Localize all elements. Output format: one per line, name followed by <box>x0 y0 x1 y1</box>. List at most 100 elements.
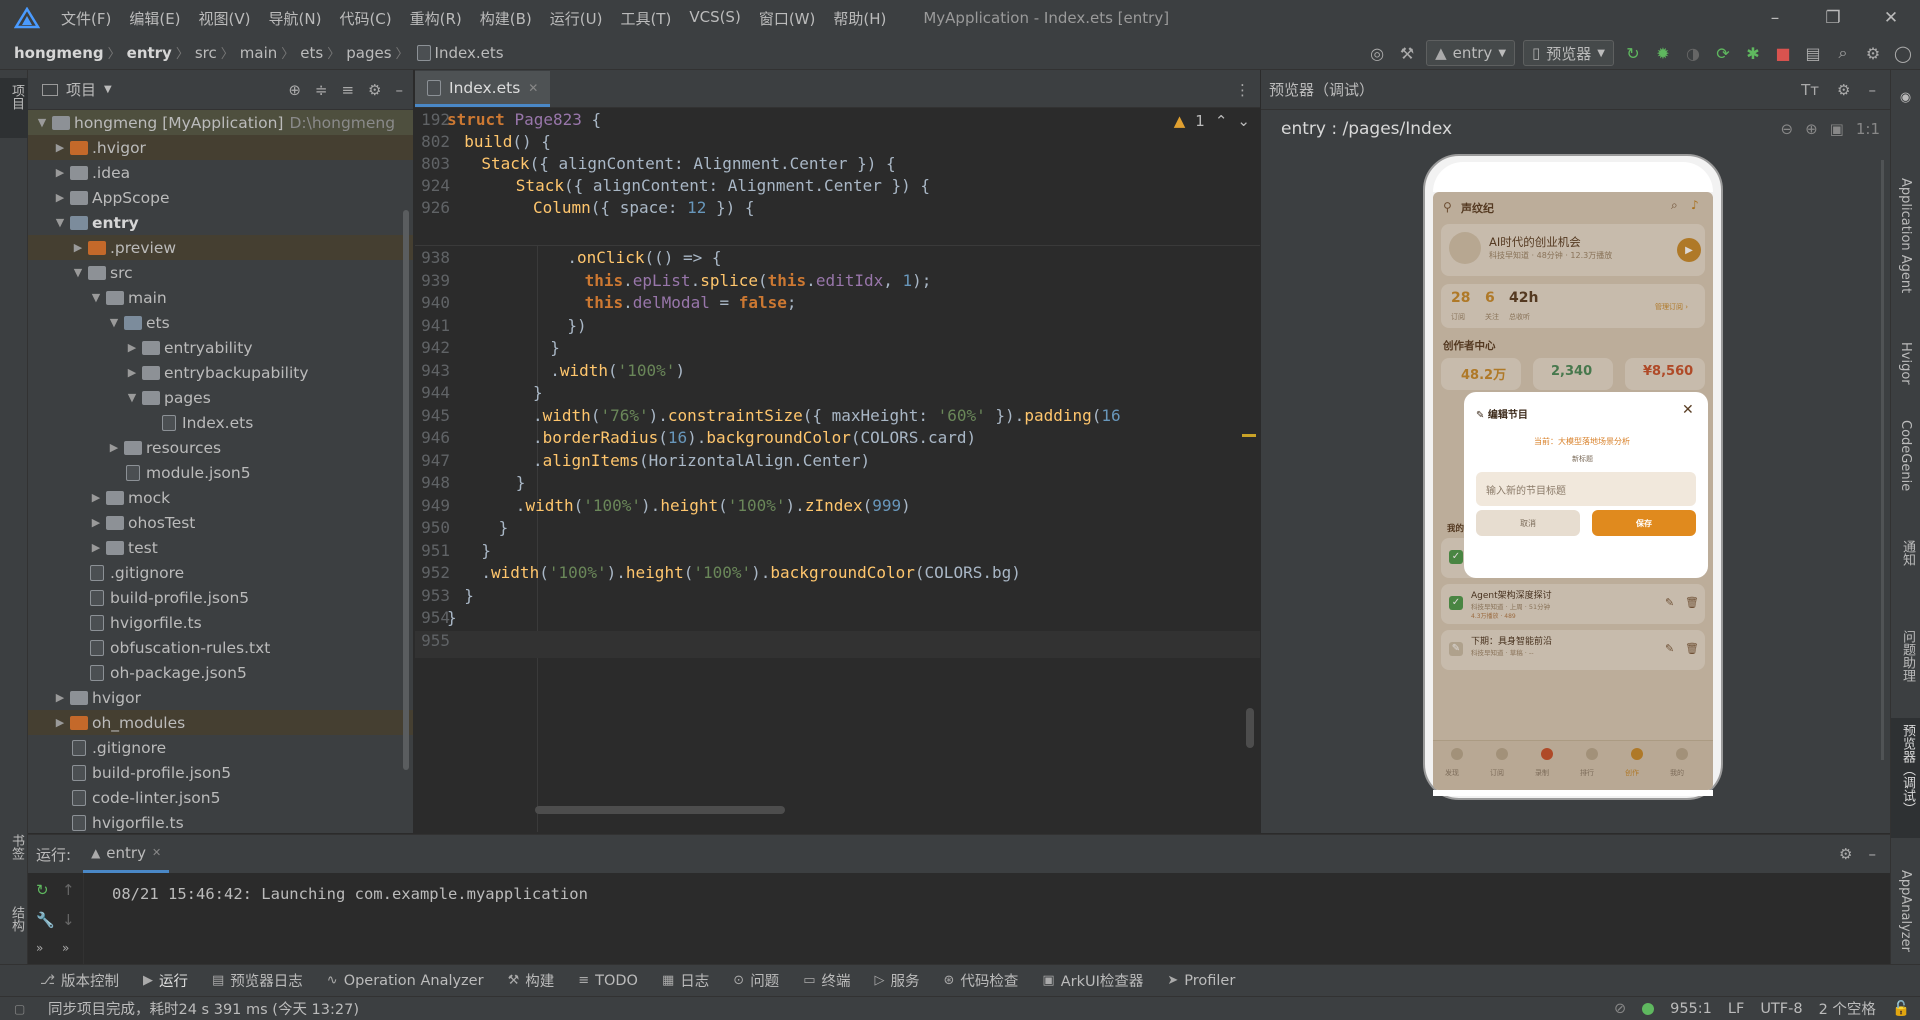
gear-icon[interactable]: ⚙ <box>1862 42 1884 64</box>
chevron-right-icon[interactable]: ▶ <box>88 516 104 529</box>
collapse-all-icon[interactable]: ≡ <box>341 81 354 99</box>
bottom-tool-8[interactable]: ▭ 终端 <box>803 970 850 991</box>
bottom-tool-3[interactable]: ∿ Operation Analyzer <box>327 973 484 989</box>
device-manager-icon[interactable]: ▤ <box>1802 42 1824 64</box>
tree-item[interactable]: ▶ .idea <box>28 160 413 185</box>
horizontal-scrollbar[interactable] <box>535 806 785 814</box>
tree-item[interactable]: module.json5 <box>28 460 413 485</box>
chevron-down-icon[interactable]: ▼ <box>34 116 50 129</box>
bottom-tool-1[interactable]: ▶ 运行 <box>143 970 188 991</box>
chevron-right-icon[interactable]: ▶ <box>124 341 140 354</box>
hide-icon[interactable]: – <box>1869 845 1877 863</box>
actual-size-icon[interactable]: 1:1 <box>1856 120 1880 138</box>
menu-item[interactable]: 文件(F) <box>52 8 120 29</box>
gear-icon[interactable]: ⚙ <box>368 81 381 99</box>
rerun-icon[interactable]: ↻ <box>1622 42 1644 64</box>
cancel-button[interactable]: 取消 <box>1476 510 1580 536</box>
run-tab-entry[interactable]: ▲ entry ✕ <box>83 835 170 873</box>
tree-item[interactable]: ▼ ets <box>28 310 413 335</box>
user-icon[interactable]: ◯ <box>1892 42 1914 64</box>
chevron-down-icon[interactable]: ▼ <box>104 84 112 95</box>
zoom-in-icon[interactable]: ⊕ <box>1805 120 1818 138</box>
bottom-tool-9[interactable]: ▷ 服务 <box>874 970 919 991</box>
locate-icon[interactable]: ⊕ <box>288 81 301 99</box>
zoom-out-icon[interactable]: ⊖ <box>1781 120 1794 138</box>
project-tool-tab[interactable]: 项目 <box>7 84 26 110</box>
tree-item[interactable]: ▶ hvigor <box>28 685 413 710</box>
appanalyzer-tool-tab[interactable]: AppAnalyzer <box>1898 870 1913 952</box>
save-button[interactable]: 保存 <box>1592 510 1696 536</box>
bookmarks-tool-tab[interactable]: 书签 <box>7 834 26 860</box>
menu-item[interactable]: 运行(U) <box>541 8 612 29</box>
font-icon[interactable]: Tт <box>1801 81 1819 99</box>
line-separator[interactable]: LF <box>1728 1001 1744 1017</box>
bottom-tool-4[interactable]: ⚒ 构建 <box>508 970 555 991</box>
menu-item[interactable]: 导航(N) <box>260 8 331 29</box>
chevron-down-icon[interactable]: ▼ <box>52 216 68 229</box>
tree-item[interactable]: ▶ mock <box>28 485 413 510</box>
close-icon[interactable]: ✕ <box>152 846 161 859</box>
chevron-right-icon[interactable]: ▶ <box>52 716 68 729</box>
bottom-tool-2[interactable]: ▤ 预览器日志 <box>212 970 303 991</box>
chevron-down-icon[interactable]: ▼ <box>70 266 86 279</box>
close-icon[interactable]: ✕ <box>528 81 538 95</box>
hide-icon[interactable]: – <box>396 81 404 99</box>
more-icon[interactable]: » <box>36 941 43 955</box>
tree-item[interactable]: hvigorfile.ts <box>28 610 413 635</box>
chevron-right-icon[interactable]: ▶ <box>88 541 104 554</box>
close-window-button[interactable]: ✕ <box>1862 0 1920 36</box>
tree-item[interactable]: ▼ pages <box>28 385 413 410</box>
bottom-tool-10[interactable]: ⊛ 代码检查 <box>943 970 1018 991</box>
gear-icon[interactable]: ⚙ <box>1839 845 1852 863</box>
structure-tool-tab[interactable]: 结构 <box>7 906 26 932</box>
tree-item[interactable]: build-profile.json5 <box>28 760 413 785</box>
run-config-select[interactable]: ▲ entry ▼ <box>1426 40 1516 66</box>
tree-item[interactable]: ▶ resources <box>28 435 413 460</box>
tree-item[interactable]: ▶ AppScope <box>28 185 413 210</box>
tree-item[interactable]: obfuscation-rules.txt <box>28 635 413 660</box>
profile-icon[interactable]: ◑ <box>1682 42 1704 64</box>
tree-item[interactable]: ▼ hongmeng [MyApplication] D:\hongmeng <box>28 110 413 135</box>
expand-all-icon[interactable]: ≑ <box>315 81 328 99</box>
search-icon[interactable]: ⌕ <box>1832 42 1854 64</box>
tree-scrollbar[interactable] <box>403 210 409 770</box>
bottom-tool-7[interactable]: ⊙ 问题 <box>733 970 779 991</box>
tree-item[interactable]: ▶ entryability <box>28 335 413 360</box>
device-select[interactable]: ▯ 预览器 ▼ <box>1523 40 1614 66</box>
tree-item[interactable]: hvigorfile.ts <box>28 810 413 835</box>
application-agent-tool-tab[interactable]: Application Agent <box>1898 178 1913 293</box>
menu-item[interactable]: 工具(T) <box>611 8 680 29</box>
tree-item[interactable]: ▼ entry <box>28 210 413 235</box>
down-icon[interactable]: ↓ <box>62 911 75 929</box>
problem-assistant-tool-tab[interactable]: 问题助理 <box>1898 630 1917 682</box>
menu-item[interactable]: 窗口(W) <box>750 8 825 29</box>
breadcrumb-item[interactable]: ets 〉 <box>300 43 346 63</box>
chevron-right-icon[interactable]: ▶ <box>88 491 104 504</box>
stop-icon[interactable]: ■ <box>1772 42 1794 64</box>
menu-item[interactable]: VCS(S) <box>680 8 749 29</box>
menu-item[interactable]: 构建(B) <box>471 8 541 29</box>
chevron-right-icon[interactable]: ▶ <box>106 441 122 454</box>
chevron-down-icon[interactable]: ▼ <box>124 391 140 404</box>
bottom-tool-6[interactable]: ▦ 日志 <box>662 970 709 991</box>
breadcrumb-item[interactable]: main 〉 <box>240 43 301 63</box>
caret-position[interactable]: 955:1 <box>1670 1001 1712 1017</box>
new-title-input[interactable]: 输入新的节目标题 <box>1476 472 1696 506</box>
chevron-down-icon[interactable]: ▼ <box>106 316 122 329</box>
chevron-right-icon[interactable]: ▶ <box>52 141 68 154</box>
hide-icon[interactable]: – <box>1869 81 1877 99</box>
menu-item[interactable]: 帮助(H) <box>824 8 895 29</box>
device-screen[interactable]: ⚲ 声纹纪 ⌕ ♪ AI时代的创业机会 科技早知道 · 48分钟 · 12.3万… <box>1433 192 1713 790</box>
rerun-icon[interactable]: ↻ <box>36 881 49 899</box>
indent-setting[interactable]: 2 个空格 <box>1819 998 1876 1019</box>
codegenie-tool-tab[interactable]: CodeGenie <box>1898 420 1913 491</box>
apply-changes-icon[interactable]: ⟳ <box>1712 42 1734 64</box>
tab-index-ets[interactable]: Index.ets ✕ <box>415 71 551 107</box>
menu-item[interactable]: 编辑(E) <box>120 8 189 29</box>
chevron-right-icon[interactable]: ▶ <box>52 691 68 704</box>
bottom-tool-5[interactable]: ≡ TODO <box>578 973 638 989</box>
tree-item[interactable]: ▶ entrybackupability <box>28 360 413 385</box>
notifications-tool-tab[interactable]: ◉ <box>1898 90 1913 105</box>
bottom-tool-11[interactable]: ▣ ArkUI检查器 <box>1042 970 1143 991</box>
menu-item[interactable]: 视图(V) <box>190 8 260 29</box>
